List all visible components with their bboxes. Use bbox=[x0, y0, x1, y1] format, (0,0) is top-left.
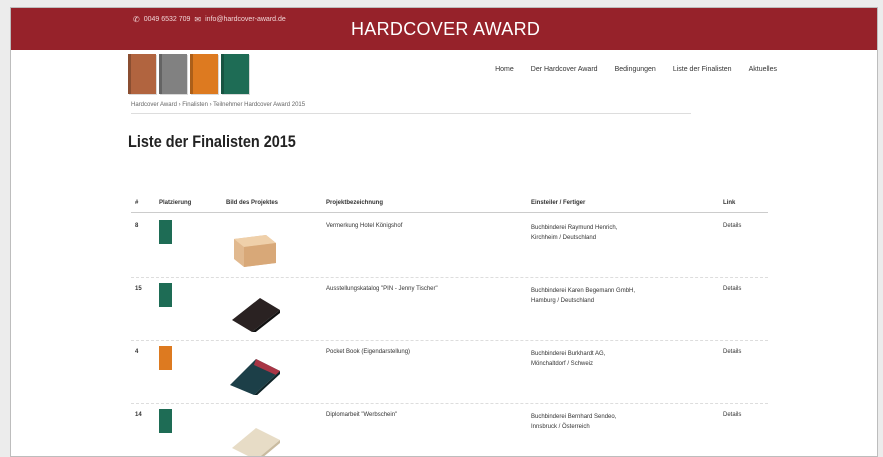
entrant-company: Buchbinderei Karen Begemann GmbH, bbox=[531, 288, 636, 294]
header-project-name: Projektbezeichnung bbox=[326, 200, 384, 206]
details-link[interactable]: Details bbox=[723, 349, 741, 355]
main-nav: Home Der Hardcover Award Bedingungen Lis… bbox=[495, 66, 777, 73]
entrant: Buchbinderei Karen Begemann GmbH, Hambur… bbox=[531, 286, 681, 306]
header-link: Link bbox=[723, 200, 736, 206]
table-row: 8 Vermerkung Hotel Königshof Buchbindere… bbox=[131, 215, 768, 278]
breadcrumb[interactable]: Hardcover Award › Finalisten › Teilnehme… bbox=[131, 102, 691, 114]
placement-badge-green bbox=[159, 220, 172, 244]
details-link[interactable]: Details bbox=[723, 223, 741, 229]
nav-home[interactable]: Home bbox=[495, 66, 514, 73]
page-title: Liste der Finalisten 2015 bbox=[128, 132, 296, 151]
phone-icon: ✆ bbox=[133, 15, 140, 24]
entrant: Buchbinderei Burkhardt AG, Mönchaltdorf … bbox=[531, 349, 681, 369]
phone-number[interactable]: 0049 6532 709 bbox=[144, 16, 191, 23]
entrant-location: Mönchaltdorf / Schweiz bbox=[531, 361, 594, 367]
project-name: Pocket Book (Eigendarstellung) bbox=[326, 349, 411, 355]
entrant-company: Buchbinderei Raymund Henrich, bbox=[531, 225, 618, 231]
site-title[interactable]: HARDCOVER AWARD bbox=[351, 19, 540, 40]
header-project-image: Bild des Projektes bbox=[226, 200, 279, 206]
entrant-location: Hamburg / Deutschland bbox=[531, 298, 595, 304]
project-name: Vermerkung Hotel Königshof bbox=[326, 223, 403, 229]
project-image-black-book[interactable] bbox=[226, 292, 286, 332]
nav-aktuelles[interactable]: Aktuelles bbox=[749, 66, 777, 73]
logo-book-3 bbox=[190, 54, 218, 94]
mail-icon: ✉ bbox=[194, 15, 202, 24]
header-placement: Platzierung bbox=[159, 200, 192, 206]
header-number: # bbox=[135, 200, 139, 206]
details-link[interactable]: Details bbox=[723, 412, 741, 418]
row-number: 8 bbox=[135, 223, 139, 229]
details-link[interactable]: Details bbox=[723, 286, 741, 292]
top-bar: ✆ 0049 6532 709 ✉ info@hardcover-award.d… bbox=[11, 8, 877, 50]
logo-book-1 bbox=[128, 54, 156, 94]
nav-liste-der-finalisten[interactable]: Liste der Finalisten bbox=[673, 66, 732, 73]
browser-page: ✆ 0049 6532 709 ✉ info@hardcover-award.d… bbox=[10, 7, 878, 457]
project-image-teal-book[interactable] bbox=[226, 355, 286, 395]
entrant: Buchbinderei Bernhard Sendeo, Innsbruck … bbox=[531, 412, 681, 432]
table-row: 14 Diplomarbeit "Werbschein" Buchbindere… bbox=[131, 404, 768, 457]
row-number: 4 bbox=[135, 349, 139, 355]
entrant-location: Kirchheim / Deutschland bbox=[531, 235, 597, 241]
entrant-company: Buchbinderei Burkhardt AG, bbox=[531, 351, 606, 357]
header-entrant: Einsteiler / Fertiger bbox=[531, 200, 586, 206]
contact-info: ✆ 0049 6532 709 ✉ info@hardcover-award.d… bbox=[133, 15, 286, 24]
project-name: Diplomarbeit "Werbschein" bbox=[326, 412, 398, 418]
logo-book-2 bbox=[159, 54, 187, 94]
nav-der-hardcover-award[interactable]: Der Hardcover Award bbox=[531, 66, 598, 73]
email-address[interactable]: info@hardcover-award.de bbox=[205, 16, 286, 23]
entrant-location: Innsbruck / Österreich bbox=[531, 424, 590, 430]
logo[interactable] bbox=[128, 54, 249, 94]
entrant: Buchbinderei Raymund Henrich, Kirchheim … bbox=[531, 223, 681, 243]
nav-bedingungen[interactable]: Bedingungen bbox=[615, 66, 656, 73]
project-image-box[interactable] bbox=[226, 229, 286, 269]
placement-badge-green bbox=[159, 283, 172, 307]
placement-badge-green bbox=[159, 409, 172, 433]
table-header: # Platzierung Bild des Projektes Projekt… bbox=[131, 198, 768, 213]
project-name: Ausstellungskatalog "PIN - Jenny Tischer… bbox=[326, 286, 438, 292]
table-row: 15 Ausstellungskatalog "PIN - Jenny Tisc… bbox=[131, 278, 768, 341]
logo-book-4 bbox=[221, 54, 249, 94]
entrant-company: Buchbinderei Bernhard Sendeo, bbox=[531, 414, 617, 420]
placement-badge-orange bbox=[159, 346, 172, 370]
project-image-beige-book[interactable] bbox=[226, 418, 286, 457]
table-row: 4 Pocket Book (Eigendarstellung) Buchbin… bbox=[131, 341, 768, 404]
row-number: 14 bbox=[135, 412, 142, 418]
row-number: 15 bbox=[135, 286, 142, 292]
